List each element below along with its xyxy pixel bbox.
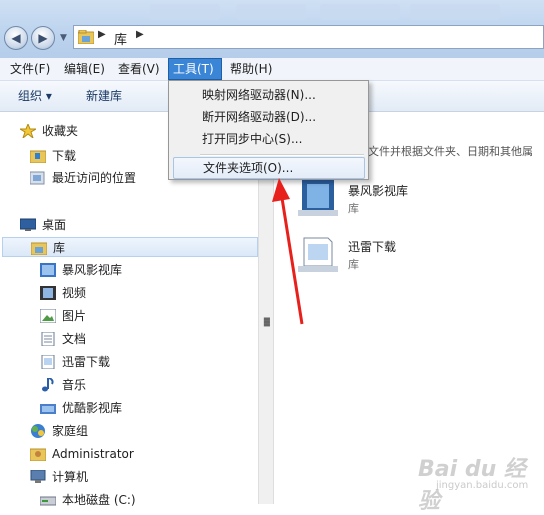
watermark-url: jingyan.baidu.com — [436, 480, 529, 491]
red-arrow-annotation — [272, 178, 304, 325]
